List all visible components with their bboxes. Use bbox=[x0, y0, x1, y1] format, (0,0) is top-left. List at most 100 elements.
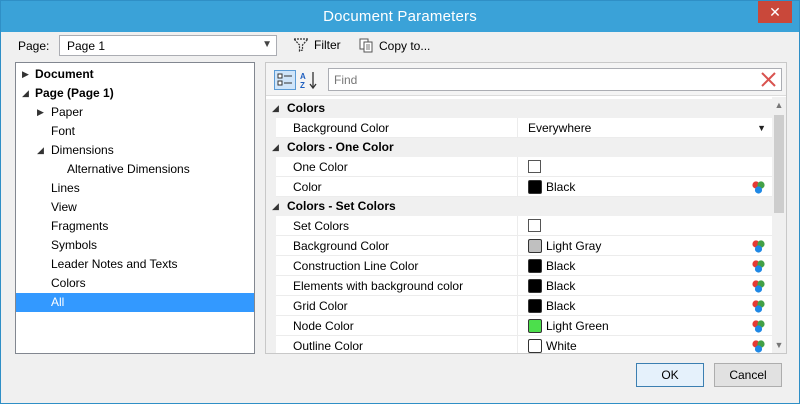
property-grid: ◢ Colors Background Color Everywhere ▼ ◢ Color… bbox=[266, 97, 772, 353]
property-row[interactable]: Node Color Light Green bbox=[266, 316, 772, 336]
scroll-up-button[interactable]: ▲ bbox=[772, 97, 786, 113]
ok-button[interactable]: OK bbox=[636, 363, 704, 387]
tree-item[interactable]: All bbox=[16, 293, 254, 312]
categorized-view-button[interactable] bbox=[274, 70, 296, 90]
chevron-down-icon[interactable]: ▼ bbox=[757, 118, 766, 138]
color-name: Light Green bbox=[546, 319, 609, 333]
tree-item[interactable]: Colors bbox=[16, 274, 254, 293]
property-value[interactable]: Black bbox=[528, 177, 772, 197]
property-value[interactable]: Black bbox=[528, 296, 772, 316]
svg-text:A: A bbox=[300, 72, 306, 81]
copy-to-label: Copy to... bbox=[379, 38, 431, 53]
color-palette-icon[interactable] bbox=[751, 279, 766, 294]
color-swatch[interactable] bbox=[528, 239, 542, 253]
expand-arrow-icon[interactable]: ▶ bbox=[22, 65, 32, 84]
tree-item[interactable]: View bbox=[16, 198, 254, 217]
tree-item[interactable]: Lines bbox=[16, 179, 254, 198]
color-palette-icon[interactable] bbox=[751, 180, 766, 195]
window-title: Document Parameters bbox=[323, 8, 477, 25]
collapse-arrow-icon[interactable]: ◢ bbox=[22, 84, 32, 103]
property-category[interactable]: ◢ Colors - One Color bbox=[266, 138, 772, 157]
color-swatch[interactable] bbox=[528, 259, 542, 273]
color-swatch[interactable] bbox=[528, 279, 542, 293]
color-palette-icon[interactable] bbox=[751, 339, 766, 353]
checkbox[interactable] bbox=[528, 160, 541, 173]
navigation-tree[interactable]: ▶ Document ◢ Page (Page 1) ▶ Paper Font ◢ Dimens… bbox=[15, 62, 255, 354]
collapse-arrow-icon[interactable]: ◢ bbox=[272, 99, 279, 118]
property-value[interactable]: Light Green bbox=[528, 316, 772, 336]
property-value[interactable]: Black bbox=[528, 276, 772, 296]
checkbox[interactable] bbox=[528, 219, 541, 232]
clear-search-button[interactable] bbox=[760, 71, 777, 88]
tree-item[interactable]: ▶ Document bbox=[16, 65, 254, 84]
row-gutter bbox=[266, 316, 276, 336]
property-row[interactable]: Set Colors bbox=[266, 216, 772, 236]
tree-item[interactable]: Font bbox=[16, 122, 254, 141]
property-row[interactable]: Background Color Everywhere ▼ bbox=[266, 118, 772, 138]
row-gutter bbox=[266, 296, 276, 316]
tree-item[interactable]: ◢ Dimensions bbox=[16, 141, 254, 160]
property-category[interactable]: ◢ Colors bbox=[266, 99, 772, 118]
tree-item[interactable]: ◢ Page (Page 1) bbox=[16, 84, 254, 103]
property-value[interactable]: Everywhere ▼ bbox=[528, 118, 772, 138]
collapse-arrow-icon[interactable]: ◢ bbox=[272, 197, 279, 216]
page-select-value: Page 1 bbox=[67, 39, 106, 53]
property-row[interactable]: Outline Color White bbox=[266, 336, 772, 353]
collapse-arrow-icon[interactable]: ◢ bbox=[37, 141, 47, 160]
title-bar[interactable]: Document Parameters ✕ bbox=[1, 1, 799, 32]
color-swatch[interactable] bbox=[528, 339, 542, 353]
color-name: Black bbox=[546, 259, 576, 273]
copy-to-button[interactable]: Copy to... bbox=[359, 38, 430, 53]
category-label: Colors - Set Colors bbox=[287, 199, 396, 213]
dialog-window: Document Parameters ✕ Page: Page 1 ▼ Fil… bbox=[0, 0, 800, 404]
color-palette-icon[interactable] bbox=[751, 319, 766, 334]
property-row[interactable]: Grid Color Black bbox=[266, 296, 772, 316]
dropdown-value: Everywhere bbox=[528, 121, 592, 135]
row-gutter bbox=[266, 276, 276, 296]
scroll-thumb[interactable] bbox=[774, 115, 784, 213]
scroll-down-button[interactable]: ▼ bbox=[772, 337, 786, 353]
row-gutter bbox=[266, 256, 276, 276]
expand-arrow-icon[interactable]: ▶ bbox=[37, 103, 47, 122]
property-category[interactable]: ◢ Colors - Set Colors bbox=[266, 197, 772, 216]
vertical-scrollbar[interactable]: ▲ ▼ bbox=[772, 97, 786, 353]
color-palette-icon[interactable] bbox=[751, 259, 766, 274]
find-input[interactable] bbox=[329, 69, 749, 90]
tree-item[interactable]: ▶ Paper bbox=[16, 103, 254, 122]
tree-item-label: Paper bbox=[51, 105, 84, 119]
property-toolbar: A Z bbox=[266, 63, 786, 96]
property-value[interactable]: Light Gray bbox=[528, 236, 772, 256]
page-select[interactable]: Page 1 ▼ bbox=[59, 35, 277, 56]
property-row[interactable]: Background Color Light Gray bbox=[266, 236, 772, 256]
alphabetical-sort-button[interactable]: A Z bbox=[298, 69, 320, 91]
color-swatch[interactable] bbox=[528, 180, 542, 194]
property-name: Construction Line Color bbox=[293, 256, 518, 276]
filter-button[interactable]: Filter bbox=[293, 38, 341, 52]
tree-item[interactable]: Symbols bbox=[16, 236, 254, 255]
property-row[interactable]: One Color bbox=[266, 157, 772, 177]
property-value[interactable]: Black bbox=[528, 256, 772, 276]
tree-item-label: View bbox=[51, 200, 77, 214]
row-gutter bbox=[266, 177, 276, 197]
color-swatch[interactable] bbox=[528, 299, 542, 313]
categorized-icon bbox=[277, 73, 292, 86]
row-gutter bbox=[266, 336, 276, 353]
color-palette-icon[interactable] bbox=[751, 299, 766, 314]
property-row[interactable]: Construction Line Color Black bbox=[266, 256, 772, 276]
cancel-button[interactable]: Cancel bbox=[714, 363, 782, 387]
tree-item-label: Leader Notes and Texts bbox=[51, 257, 178, 271]
tree-item[interactable]: Alternative Dimensions bbox=[16, 160, 254, 179]
collapse-arrow-icon[interactable]: ◢ bbox=[272, 138, 279, 157]
property-value[interactable]: White bbox=[528, 336, 772, 353]
color-swatch[interactable] bbox=[528, 319, 542, 333]
color-palette-icon[interactable] bbox=[751, 239, 766, 254]
property-row[interactable]: Color Black bbox=[266, 177, 772, 197]
property-value[interactable] bbox=[528, 216, 772, 236]
property-value[interactable] bbox=[528, 157, 772, 177]
close-button[interactable]: ✕ bbox=[758, 1, 792, 23]
tree-item[interactable]: Leader Notes and Texts bbox=[16, 255, 254, 274]
property-row[interactable]: Elements with background color Black bbox=[266, 276, 772, 296]
property-panel: A Z ◢ColorsBackground bbox=[265, 62, 787, 354]
tree-item[interactable]: Fragments bbox=[16, 217, 254, 236]
color-name: Light Gray bbox=[546, 239, 602, 253]
